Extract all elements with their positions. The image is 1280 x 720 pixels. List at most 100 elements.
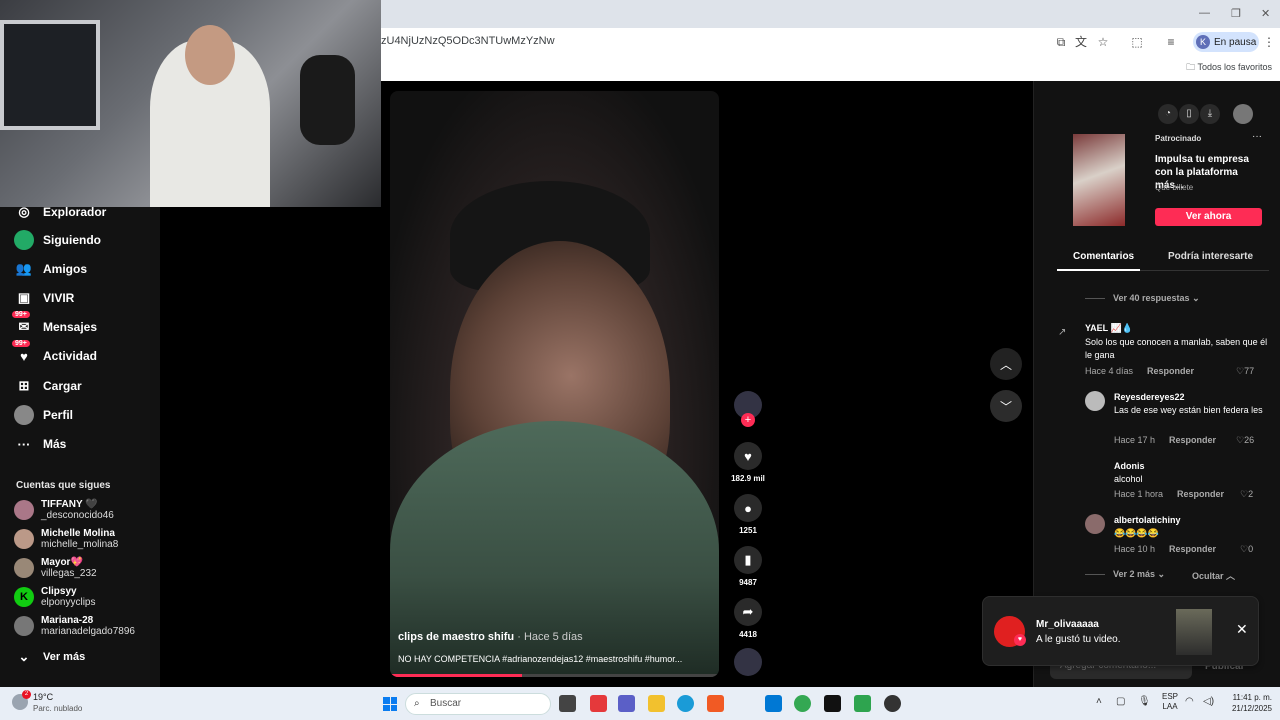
file-explorer-icon[interactable] [648,695,665,712]
chevron-up-icon[interactable]: ˄ [1096,696,1102,707]
sidebar-item-upload[interactable]: ⊞ Cargar [14,375,82,397]
comment-author[interactable]: albertolatichiny [1114,515,1181,525]
friends-icon: 👥 [15,261,33,276]
tab-interesting[interactable]: Podría interesarte [1168,251,1253,262]
comment-like[interactable]: ♡0 [1240,544,1253,555]
like-button[interactable]: ♥ 182.9 mil [731,442,765,483]
view-replies-button[interactable]: Ver 40 respuestas ⌄ [1085,293,1200,304]
ad-cta-button[interactable]: Ver ahora [1155,208,1262,226]
sidebar-item-activity[interactable]: ♥ 99+ Actividad [12,340,97,367]
video-author[interactable]: clips de maestro shifu · Hace 5 días [398,631,583,643]
close-window-icon[interactable]: ✕ [1261,7,1270,20]
translate-icon[interactable]: 文 [1073,34,1089,50]
app-icon[interactable] [854,695,871,712]
video-description[interactable]: NO HAY COMPETENCIA #adrianozendejas12 #m… [398,654,710,664]
sidebar-item-friends[interactable]: 👥 Amigos [14,258,87,280]
extensions-icon[interactable]: ⬚ [1129,34,1145,50]
download-icon[interactable]: ⤓ [1200,104,1220,124]
share-icon: ➦ [734,598,762,626]
start-button[interactable] [383,697,397,711]
video-progress-fill [390,674,522,677]
user-avatar[interactable] [1233,104,1253,124]
creator-avatar-button[interactable]: + [731,391,765,427]
avatar[interactable] [1085,391,1105,411]
install-icon[interactable]: ⧉ [1053,34,1069,50]
comment-button[interactable]: ● 1251 [731,494,765,535]
see-more-button[interactable]: ⌄ Ver más [14,646,86,668]
brave-icon[interactable] [707,695,724,712]
maximize-icon[interactable]: ❐ [1231,7,1241,20]
previous-video-button[interactable]: ︿ [990,348,1022,380]
comment-author[interactable]: Adonis [1114,461,1145,471]
sidebar-item-label: Cargar [43,379,82,393]
reply-button[interactable]: Responder [1169,544,1216,554]
url-text[interactable]: zU4NjUzNzQ5ODc3NTUwMzYzNw [381,35,555,47]
sidebar-item-profile[interactable]: Perfil [14,404,73,426]
save-button[interactable]: ▮ 9487 [731,546,765,587]
tab-comments[interactable]: Comentarios [1073,251,1134,262]
view-more-label: Ver 2 más [1113,569,1156,579]
tray-app-icon[interactable]: ▢ [1116,696,1125,707]
reply-button[interactable]: Responder [1177,489,1224,499]
following-account[interactable]: Mayor💖 villegas_232 [14,557,97,579]
ad-more-icon[interactable]: ··· [1252,131,1262,142]
app-icon[interactable] [884,695,901,712]
profile-icon [14,405,34,425]
wifi-icon[interactable]: ◠ [1185,696,1194,707]
speed-icon[interactable]: ◔ [1158,104,1178,124]
comment-author[interactable]: Reyesdereyes22 [1114,392,1185,402]
following-account[interactable]: Mariana-28 marianadelgado7896 [14,615,135,637]
weather-temp[interactable]: 19°C [33,692,53,702]
sidebar-item-live[interactable]: ▣ VIVIR [14,287,75,309]
profile-button[interactable]: K En pausa [1193,32,1259,52]
following-account[interactable]: Michelle Molina michelle_molina8 [14,528,118,550]
media-icon[interactable]: ≡ [1163,34,1179,50]
language-indicator[interactable]: ESP LAA [1162,692,1178,712]
bookmarks-folder[interactable]: 🗀 Todos los favoritos [1186,60,1272,76]
video-player[interactable]: clips de maestro shifu · Hace 5 días NO … [390,91,719,677]
clock[interactable]: 11:41 p. m. 21/12/2025 [1222,692,1272,714]
app-icon[interactable] [590,695,607,712]
task-view-icon[interactable] [559,695,576,712]
following-account[interactable]: K Clipsyy elponyyclips [14,586,95,608]
comment-author[interactable]: YAEL 📈💧 [1085,323,1133,334]
share-button[interactable]: ➦ 4418 [731,598,765,639]
music-disc-button[interactable] [731,648,765,676]
menu-icon[interactable]: ⋮ [1261,34,1277,50]
star-icon[interactable]: ☆ [1095,34,1111,50]
close-icon[interactable]: ✕ [1236,621,1248,638]
store-icon[interactable] [765,695,782,712]
sidebar-item-following[interactable]: Siguiendo [14,229,101,251]
teams-icon[interactable] [618,695,635,712]
taskbar-search[interactable]: ⌕ Buscar [405,693,551,715]
reply-button[interactable]: Responder [1169,435,1216,445]
microphone-icon[interactable]: 🎙 [1138,696,1151,707]
device-icon[interactable]: ▯ [1179,104,1199,124]
next-video-button[interactable]: ﹀ [990,390,1022,422]
ad-brand[interactable]: Qué billete [1155,183,1193,192]
notification-toast[interactable]: ♥ Mr_olivaaaaa A le gustó tu video. ✕ [982,596,1259,666]
avatar [14,529,34,549]
browser-titlebar: — ❐ ✕ [381,0,1280,28]
video-progress[interactable] [390,674,719,677]
sidebar-item-messages[interactable]: ✉ 99+ Mensajes [12,311,97,338]
ad-image[interactable] [1073,134,1125,226]
view-more-button[interactable]: Ver 2 más ⌄ [1085,569,1165,580]
comment-like[interactable]: ♡26 [1236,435,1254,446]
profile-status: En pausa [1214,36,1257,48]
avatar[interactable] [1085,514,1105,534]
sidebar-item-explorer[interactable]: ◎ Explorador [14,201,106,223]
sidebar-item-more[interactable]: ··· Más [14,433,67,455]
volume-icon[interactable]: ◁) [1203,696,1214,707]
capcut-icon[interactable] [824,695,841,712]
avatar [14,500,34,520]
comment-like[interactable]: ♡2 [1240,489,1253,500]
hide-replies-button[interactable]: Ocultar ︿ [1192,569,1235,582]
comment-like[interactable]: ♡77 [1236,366,1254,377]
reply-button[interactable]: Responder [1147,366,1194,376]
following-account[interactable]: TIFFANY 🖤 _desconocido46 [14,499,114,521]
edge-icon[interactable] [677,695,694,712]
minimize-icon[interactable]: — [1199,7,1210,19]
follow-plus-icon[interactable]: + [741,413,755,427]
chrome-icon[interactable] [794,695,811,712]
